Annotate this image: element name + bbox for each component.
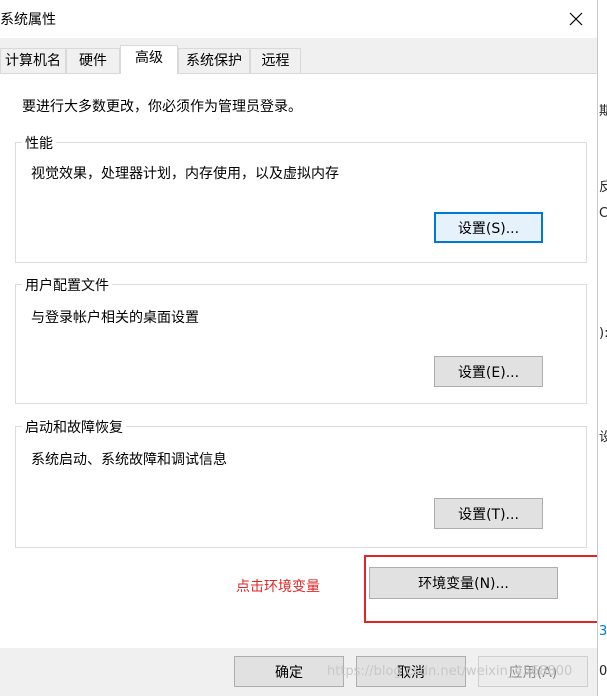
watermark: https://blog.csdn.net/weixin_4568800 bbox=[327, 664, 573, 679]
annotation-hint: 点击环境变量 bbox=[236, 579, 320, 595]
background-fragment: 期 bbox=[599, 100, 607, 119]
background-fragment: 反 bbox=[599, 176, 607, 195]
user-profiles-group: 用户配置文件 与登录帐户相关的桌面设置 设置(E)... bbox=[15, 275, 587, 404]
tab-computer-name[interactable]: 计算机名 bbox=[0, 48, 66, 73]
annotation-highlight-box bbox=[364, 555, 602, 623]
close-icon bbox=[569, 12, 583, 26]
tab-remote[interactable]: 远程 bbox=[250, 48, 301, 73]
background-window-edge: 期 反 C ): 设 3 00 bbox=[597, 0, 607, 696]
background-fragment: C bbox=[599, 206, 607, 221]
tab-system-protection[interactable]: 系统保护 bbox=[178, 48, 250, 73]
tab-hardware[interactable]: 硬件 bbox=[66, 48, 120, 73]
performance-desc: 视觉效果，处理器计划，内存使用，以及虚拟内存 bbox=[31, 166, 339, 182]
startup-recovery-desc: 系统启动、系统故障和调试信息 bbox=[31, 452, 227, 468]
tab-strip: 计算机名 硬件 高级 系统保护 远程 bbox=[0, 38, 597, 74]
user-profiles-label: 用户配置文件 bbox=[22, 275, 112, 295]
user-profiles-settings-button[interactable]: 设置(E)... bbox=[434, 356, 543, 387]
user-profiles-desc: 与登录帐户相关的桌面设置 bbox=[31, 310, 199, 326]
background-fragment: 3 bbox=[599, 624, 607, 639]
performance-label: 性能 bbox=[22, 133, 56, 153]
background-fragment: ): bbox=[599, 326, 607, 341]
title-bar: 系统属性 bbox=[0, 0, 597, 38]
tab-advanced[interactable]: 高级 bbox=[120, 45, 178, 74]
startup-recovery-group: 启动和故障恢复 系统启动、系统故障和调试信息 设置(T)... bbox=[15, 417, 587, 548]
startup-recovery-settings-button[interactable]: 设置(T)... bbox=[434, 498, 543, 529]
performance-settings-button[interactable]: 设置(S)... bbox=[434, 212, 543, 243]
admin-note: 要进行大多数更改，你必须作为管理员登录。 bbox=[22, 99, 302, 115]
system-properties-dialog: 系统属性 计算机名 硬件 高级 系统保护 远程 要进行大多数更改，你必须作为管理… bbox=[0, 0, 602, 696]
startup-recovery-label: 启动和故障恢复 bbox=[22, 417, 126, 437]
close-button[interactable] bbox=[558, 4, 594, 34]
window-title: 系统属性 bbox=[0, 12, 56, 28]
performance-group: 性能 视觉效果，处理器计划，内存使用，以及虚拟内存 设置(S)... bbox=[15, 133, 587, 263]
background-fragment: 00 bbox=[599, 664, 607, 679]
background-fragment: 设 bbox=[599, 426, 607, 445]
